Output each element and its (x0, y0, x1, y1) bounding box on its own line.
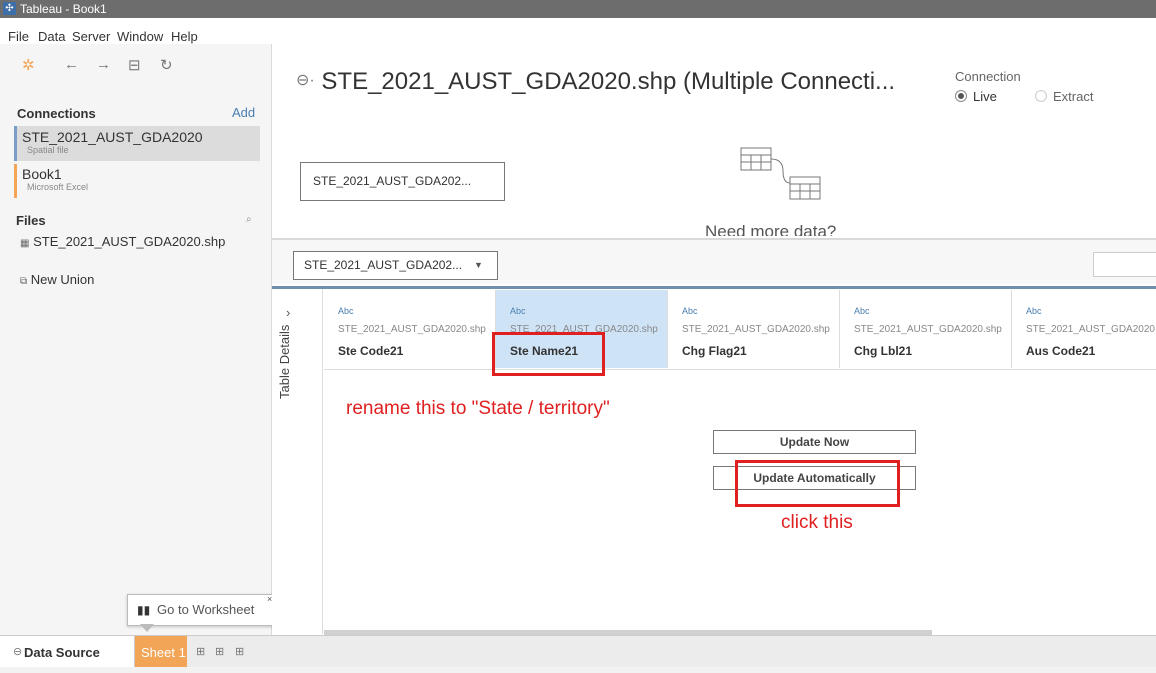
column-source: STE_2021_AUST_GDA2020.shp (682, 324, 830, 335)
update-now-button[interactable]: Update Now (713, 430, 916, 454)
menu-server[interactable]: Server (72, 29, 110, 44)
column-source: STE_2021_AUST_GDA2020. (1026, 324, 1156, 335)
menu-file[interactable]: File (8, 29, 29, 44)
file-item[interactable]: ▦ STE_2021_AUST_GDA2020.shp (20, 234, 225, 249)
bar-chart-icon: ▮▮ (137, 603, 151, 617)
new-worksheet-icon[interactable]: ⊞ (196, 645, 205, 658)
menu-window[interactable]: Window (117, 29, 163, 44)
column-header-chg-lbl21[interactable]: Abc STE_2021_AUST_GDA2020.shp Chg Lbl21 (840, 290, 1012, 368)
abc-type-icon[interactable]: Abc (338, 306, 354, 316)
canvas-table-box[interactable]: STE_2021_AUST_GDA202... (300, 162, 505, 201)
column-source: STE_2021_AUST_GDA2020.shp (854, 324, 1002, 335)
tab-sheet1-label: Sheet 1 (141, 645, 186, 660)
tableau-home-icon[interactable]: ✲ (22, 56, 35, 74)
extract-label: Extract (1053, 89, 1094, 104)
connection-item-book1[interactable]: Book1 Microsoft Excel (14, 164, 260, 198)
highlight-box-update-auto (735, 460, 900, 507)
radio-selected-icon (955, 90, 967, 102)
live-radio[interactable]: Live (955, 89, 997, 104)
connection-type: Microsoft Excel (27, 182, 89, 192)
menu-data[interactable]: Data (38, 29, 65, 44)
tooltip-pointer (140, 624, 154, 632)
datasource-title[interactable]: ⊖· STE_2021_AUST_GDA2020.shp (Multiple C… (296, 68, 895, 96)
click-annotation: click this (781, 512, 853, 533)
sheet-tabs-bar: ⊖ Data Source Sheet 1 ⊞ ⊞ ⊞ (0, 635, 1156, 668)
refresh-icon[interactable]: ↻ (160, 56, 173, 74)
column-name[interactable]: Aus Code21 (1026, 344, 1095, 358)
tab-sheet1[interactable]: Sheet 1 (135, 636, 187, 668)
union-icon: ⧉ (20, 276, 28, 287)
connection-label: Connection (955, 69, 1021, 84)
menu-help[interactable]: Help (171, 29, 198, 44)
window-title-bar: ✣ Tableau - Book1 (0, 0, 1156, 18)
table-icon: ▦ (20, 238, 30, 249)
highlight-box-ste-name (492, 332, 605, 376)
window-title: Tableau - Book1 (20, 2, 107, 16)
menu-bar: File Data Server Window Help (0, 18, 1156, 44)
live-label: Live (973, 89, 997, 104)
abc-type-icon[interactable]: Abc (1026, 306, 1042, 316)
table-details-label[interactable]: Table Details (277, 325, 292, 399)
back-arrow-icon[interactable]: ← (64, 56, 79, 73)
need-more-data-label[interactable]: Need more data? (705, 222, 875, 236)
table-dropdown-value: STE_2021_AUST_GDA202... (304, 258, 463, 272)
datasource-icon: ⊖ (13, 646, 23, 658)
connection-item-ste[interactable]: STE_2021_AUST_GDA2020 Spatial file (14, 126, 260, 161)
table-details-rail: › Table Details (272, 289, 323, 634)
connections-header: Connections (17, 106, 96, 121)
save-icon[interactable]: ⊟ (128, 56, 141, 74)
status-bar (0, 667, 1156, 673)
abc-type-icon[interactable]: Abc (682, 306, 698, 316)
new-union-item[interactable]: ⧉ New Union (20, 272, 94, 287)
column-header-aus-code21[interactable]: Abc STE_2021_AUST_GDA2020. Aus Code21 (1012, 290, 1156, 368)
search-icon[interactable]: ⌕ (246, 214, 252, 225)
abc-type-icon[interactable]: Abc (854, 306, 870, 316)
go-to-worksheet-tooltip[interactable]: ▮▮ Go to Worksheet × (127, 594, 276, 632)
abc-type-icon[interactable]: Abc (510, 306, 526, 316)
go-to-worksheet-label: Go to Worksheet (157, 602, 255, 617)
new-union-label: New Union (30, 272, 95, 287)
connection-name: STE_2021_AUST_GDA2020 (22, 129, 203, 145)
expand-chevron-icon[interactable]: › (286, 305, 290, 320)
tableau-logo-icon: ✣ (3, 2, 16, 15)
column-name[interactable]: Ste Code21 (338, 344, 403, 358)
forward-arrow-icon[interactable]: → (96, 56, 111, 73)
tab-data-source-label: Data Source (24, 645, 100, 660)
column-header-ste-code21[interactable]: Abc STE_2021_AUST_GDA2020.shp Ste Code21 (324, 290, 496, 368)
connection-name: Book1 (22, 166, 62, 182)
rename-annotation: rename this to "State / territory" (346, 398, 610, 419)
column-source: STE_2021_AUST_GDA2020.shp (338, 324, 486, 335)
table-dropdown[interactable]: STE_2021_AUST_GDA202... ▼ (293, 251, 498, 280)
left-pane: ✲ ← → ⊟ ↻ Connections Add STE_2021_AUST_… (0, 44, 276, 635)
chevron-down-icon: ▼ (474, 260, 483, 270)
file-name: STE_2021_AUST_GDA2020.shp (33, 234, 226, 249)
column-name[interactable]: Chg Flag21 (682, 344, 747, 358)
files-header: Files (16, 213, 46, 228)
search-field[interactable] (1093, 252, 1156, 277)
column-header-chg-flag21[interactable]: Abc STE_2021_AUST_GDA2020.shp Chg Flag21 (668, 290, 840, 368)
radio-unselected-icon (1035, 90, 1047, 102)
connection-type: Spatial file (27, 145, 69, 155)
new-story-icon[interactable]: ⊞ (235, 645, 244, 658)
add-connection-link[interactable]: Add (232, 105, 255, 120)
grid-top-accent (272, 286, 1156, 289)
join-tables-icon (738, 147, 828, 207)
datasource-icon: ⊖· (296, 72, 315, 89)
datasource-title-text: STE_2021_AUST_GDA2020.shp (Multiple Conn… (321, 68, 896, 95)
new-dashboard-icon[interactable]: ⊞ (215, 645, 224, 658)
tab-data-source[interactable]: ⊖ Data Source (0, 636, 135, 668)
column-name[interactable]: Chg Lbl21 (854, 344, 912, 358)
header-divider (324, 369, 1156, 370)
extract-radio[interactable]: Extract (1035, 89, 1093, 104)
